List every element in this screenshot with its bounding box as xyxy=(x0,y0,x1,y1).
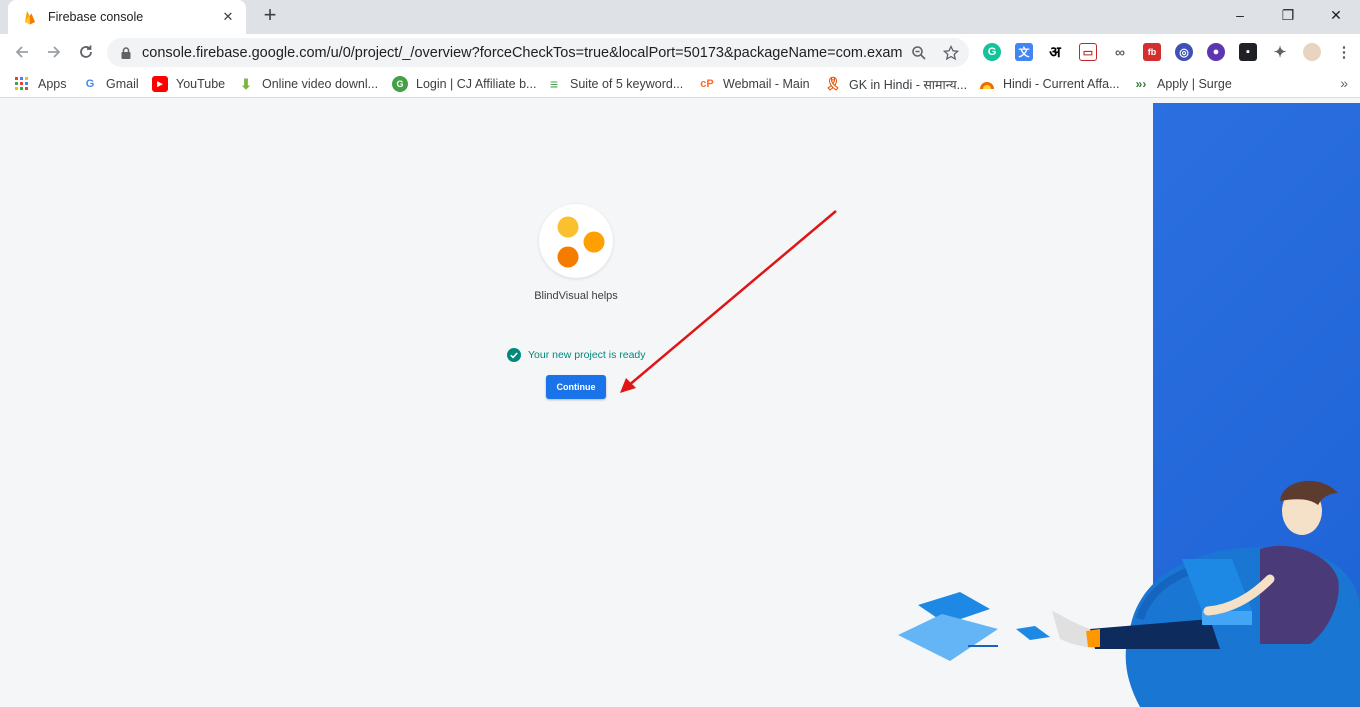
bookmark-label: GK in Hindi - सामान्य... xyxy=(849,77,968,92)
bookmark-star-icon[interactable] xyxy=(941,43,961,63)
reload-button[interactable] xyxy=(74,40,98,64)
bookmark-keyword-suite[interactable]: ≡ Suite of 5 keyword... xyxy=(546,75,683,93)
apps-grid-icon xyxy=(14,76,30,92)
address-bar[interactable]: console.firebase.google.com/u/0/project/… xyxy=(107,38,969,67)
bookmark-hindi-current-affairs[interactable]: Hindi - Current Affa... xyxy=(979,75,1120,93)
cpanel-icon: cP xyxy=(700,78,714,90)
bookmark-online-video-download[interactable]: ⬇ Online video downl... xyxy=(238,75,378,93)
google-translate-icon[interactable]: 文 xyxy=(1015,43,1033,61)
grammarly-icon[interactable]: G xyxy=(983,43,1001,61)
url-text[interactable]: console.firebase.google.com/u/0/project/… xyxy=(142,45,902,61)
bookmark-label: Online video downl... xyxy=(262,77,379,91)
pdf-extension-icon[interactable]: ▭ xyxy=(1079,43,1097,61)
bookmark-label: Hindi - Current Affa... xyxy=(1003,77,1120,91)
bookmark-label: YouTube xyxy=(176,77,226,91)
firebase-page: BlindVisual helps Your new project is re… xyxy=(0,99,1360,707)
bookmark-youtube[interactable]: ▶ YouTube xyxy=(152,75,225,93)
bookmarks-bar: Apps G Gmail ▶ YouTube ⬇ Online video do… xyxy=(0,70,1360,98)
more-bookmarks-icon[interactable]: » xyxy=(1340,75,1348,91)
back-button[interactable] xyxy=(10,40,34,64)
bookmark-label: Apply | Surge xyxy=(1157,77,1232,91)
chrome-menu-icon[interactable]: ⋮ xyxy=(1335,43,1353,61)
back-arrow-icon xyxy=(15,46,28,58)
bookmark-label: Apps xyxy=(38,77,67,91)
facebook-tool-icon[interactable]: fb xyxy=(1143,43,1161,61)
reload-icon xyxy=(80,45,92,58)
close-window-button[interactable]: ✕ xyxy=(1312,0,1360,30)
check-circle-icon xyxy=(507,348,521,362)
new-tab-button[interactable]: + xyxy=(258,4,282,28)
project-dots-icon xyxy=(557,216,605,268)
puzzle-extensions-icon[interactable]: ✦ xyxy=(1271,43,1289,61)
download-arrow-icon: ⬇ xyxy=(240,75,252,92)
globe-extension-icon[interactable]: ● xyxy=(1207,43,1225,61)
bookmark-apps[interactable]: Apps xyxy=(14,75,67,93)
tab-close-icon[interactable]: ✕ xyxy=(220,9,236,25)
project-logo xyxy=(539,204,613,278)
bookmark-label: Webmail - Main xyxy=(723,77,810,91)
forward-button[interactable] xyxy=(42,40,66,64)
cj-icon: G xyxy=(392,76,408,92)
person-laptop-illustration xyxy=(898,480,1360,707)
search-extension-icon[interactable]: ◎ xyxy=(1175,43,1193,61)
bookmark-apply-surge[interactable]: »› Apply | Surge xyxy=(1133,75,1232,93)
bookmark-label: Gmail xyxy=(106,77,139,91)
youtube-icon: ▶ xyxy=(152,76,168,92)
hindi-keyboard-icon[interactable]: अ xyxy=(1046,43,1064,61)
surge-icon: »› xyxy=(1135,77,1147,91)
tab-strip: Firebase console ✕ + – ❐ ✕ xyxy=(0,0,1360,34)
forward-arrow-icon xyxy=(48,46,61,58)
bookmark-gmail[interactable]: G Gmail xyxy=(82,75,139,93)
google-icon: G xyxy=(85,78,95,90)
restore-button[interactable]: ❐ xyxy=(1264,0,1312,30)
continue-button[interactable]: Continue xyxy=(546,375,606,399)
ribbon-icon: 🎗 xyxy=(824,76,842,91)
bookmark-webmail[interactable]: cP Webmail - Main xyxy=(699,75,810,93)
zoom-icon[interactable] xyxy=(909,43,929,63)
bookmark-label: Login | CJ Affiliate b... xyxy=(416,77,537,91)
sun-icon xyxy=(979,76,995,92)
tab-firebase-console[interactable]: Firebase console ✕ xyxy=(8,0,246,34)
database-icon: ≡ xyxy=(549,76,559,92)
bookmark-cj-affiliate[interactable]: G Login | CJ Affiliate b... xyxy=(392,75,536,93)
profile-avatar-icon[interactable] xyxy=(1303,43,1321,61)
navigation-bar: console.firebase.google.com/u/0/project/… xyxy=(0,34,1360,70)
tab-title: Firebase console xyxy=(48,10,144,24)
minimize-button[interactable]: – xyxy=(1216,0,1264,30)
contact-card-icon[interactable]: ▪ xyxy=(1239,43,1257,61)
lock-icon[interactable] xyxy=(119,46,133,60)
link-extension-icon[interactable]: ∞ xyxy=(1111,43,1129,61)
window-controls: – ❐ ✕ xyxy=(1216,0,1360,30)
bookmark-gk-hindi[interactable]: 🎗 GK in Hindi - सामान्य... xyxy=(825,75,967,93)
bookmark-label: Suite of 5 keyword... xyxy=(570,77,684,91)
firebase-icon xyxy=(25,11,35,25)
annotation-arrow xyxy=(620,210,837,393)
